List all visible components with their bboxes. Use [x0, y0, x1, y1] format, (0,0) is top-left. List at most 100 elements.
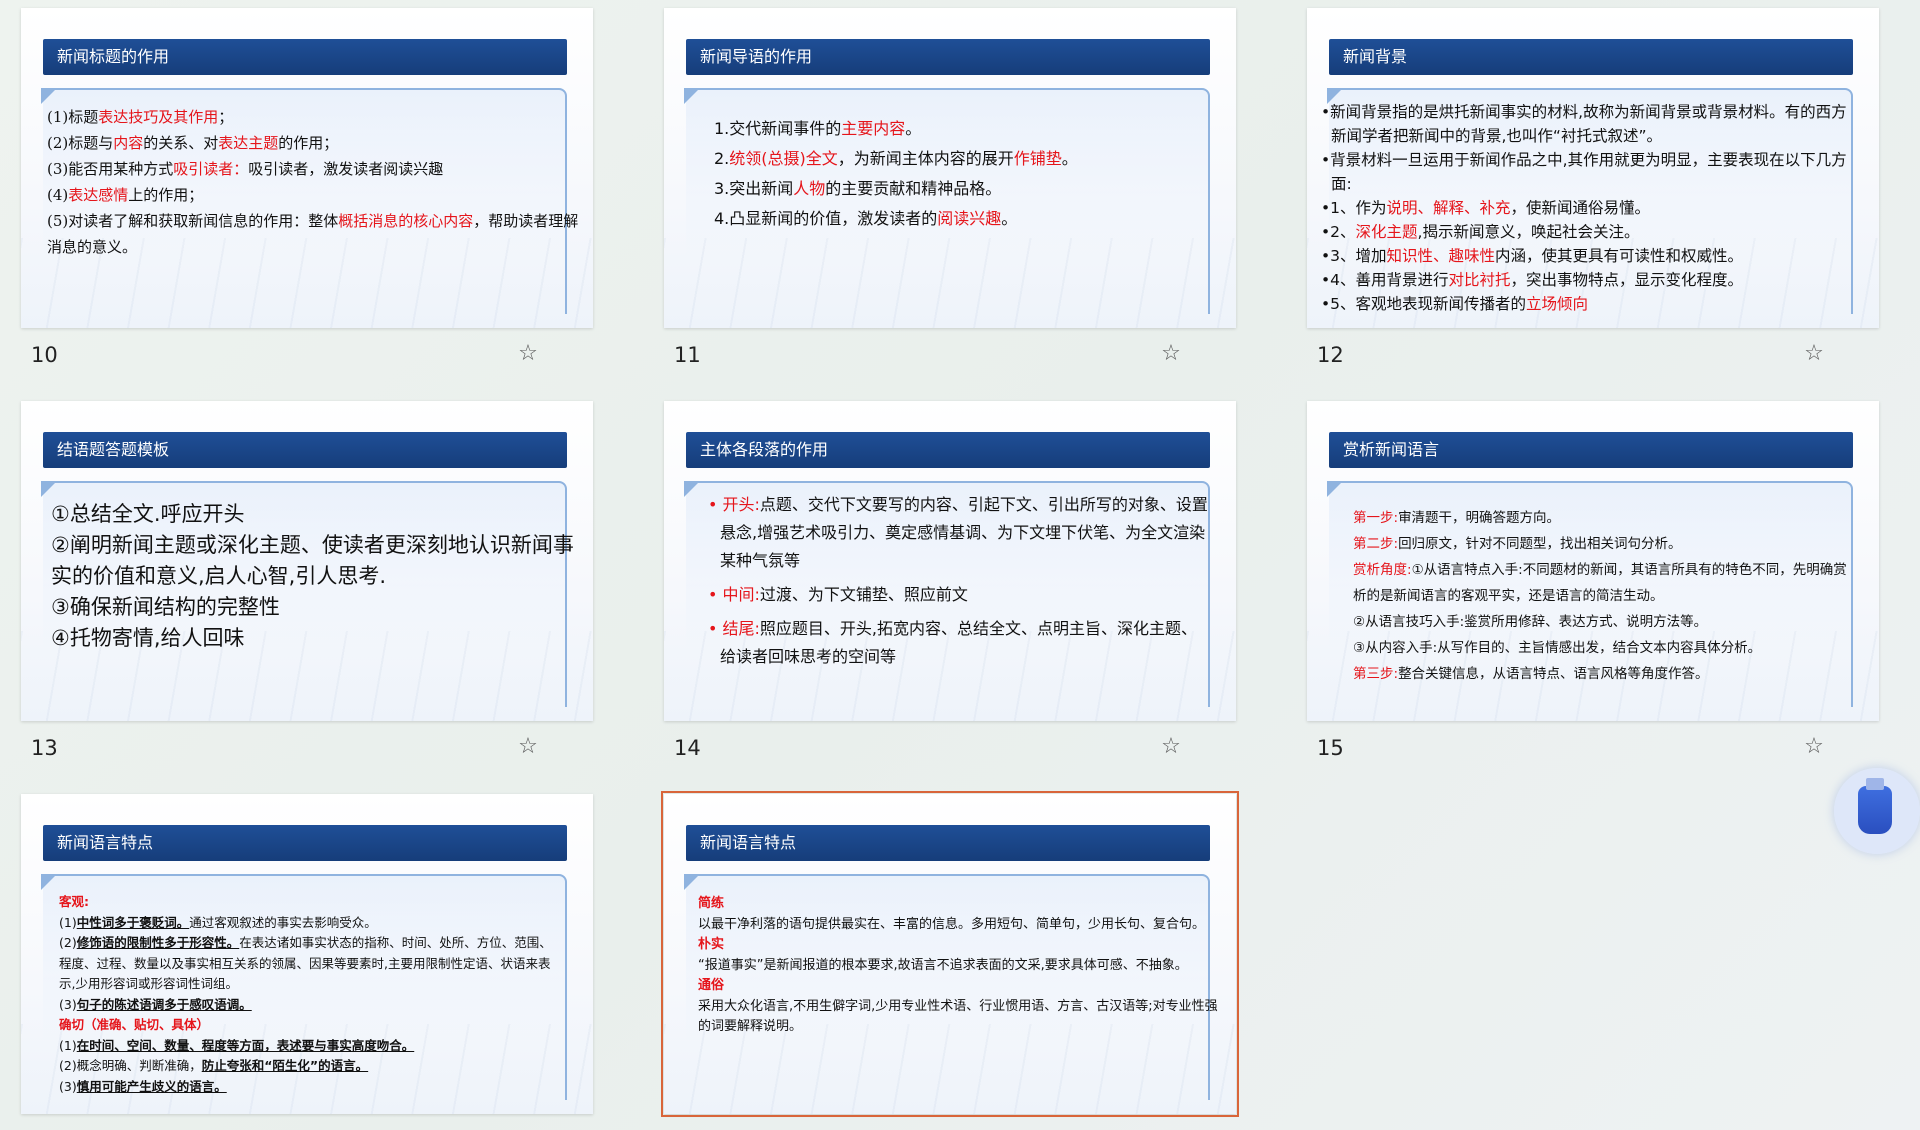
- body-line: •1、作为说明、解释、补充，使新闻通俗易懂。: [1321, 196, 1861, 220]
- text-run: (2)概念明确、判断准确，: [59, 1058, 202, 1073]
- slide-cell-11[interactable]: 新闻导语的作用 1.交代新闻事件的主要内容。 2.统领(总摄)全文，为新闻主体内容…: [664, 8, 1236, 367]
- slide-thumbnail[interactable]: 主体各段落的作用 • 开头:点题、交代下文要写的内容、引起下文、引出所写的对象、…: [664, 401, 1236, 721]
- body-line: (1)在时间、空间、数量、程度等方面，表述要与事实高度吻合。: [59, 1036, 559, 1057]
- star-outline-icon[interactable]: ☆: [1158, 341, 1184, 367]
- star-outline-icon[interactable]: ☆: [1801, 341, 1827, 367]
- slide-body: 客观: (1)中性词多于褒贬词。通过客观叙述的事实去影响受众。 (2)修饰语的限制性…: [59, 892, 559, 1097]
- slide-thumbnail[interactable]: 新闻导语的作用 1.交代新闻事件的主要内容。 2.统领(总摄)全文，为新闻主体内容…: [664, 8, 1236, 328]
- text-run: •5、客观地表现新闻传播者的: [1321, 295, 1527, 313]
- text-run: (1): [59, 914, 77, 930]
- text-run: “报道事实”是新闻报道的根本要求,故语言不追求表面的文采,要求具体可感、不抽象。: [698, 957, 1188, 973]
- text-run: (2): [59, 935, 77, 950]
- body-line: (3)慎用可能产生歧义的语言。: [59, 1077, 559, 1098]
- slide-cell-10[interactable]: 新闻标题的作用 (1)标题表达技巧及其作用； (2)标题与内容的关系、对表达主题的…: [21, 8, 593, 367]
- star-outline-icon[interactable]: ☆: [1801, 734, 1827, 760]
- slide-cell-17[interactable]: 新闻语言特点 简练 以最干净利落的语句提供最实在、丰富的信息。多用短句、简单句，少…: [661, 791, 1239, 1117]
- text-run: 说明、解释、补充: [1386, 199, 1511, 217]
- body-line: 2.统领(总摄)全文，为新闻主体内容的展开作铺垫。: [688, 144, 1218, 174]
- slide-number: 15: [1317, 736, 1344, 760]
- slide-cell-15[interactable]: 赏析新闻语言 第一步:审清题干，明确答题方向。 第二步:回归原文，针对不同题型，找…: [1307, 401, 1879, 760]
- text-run: 的作用；: [278, 134, 339, 152]
- star-outline-icon[interactable]: ☆: [515, 341, 541, 367]
- slide-sorter-grid: 新闻标题的作用 (1)标题表达技巧及其作用； (2)标题与内容的关系、对表达主题的…: [0, 0, 1920, 1130]
- text-run: 的主要贡献和精神品格。: [825, 179, 1002, 198]
- slide-body: 第一步:审清题干，明确答题方向。 第二步:回归原文，针对不同题型，找出相关词句分析…: [1327, 505, 1857, 687]
- text-run: 。: [1061, 149, 1078, 168]
- body-line: ②从语言技巧入手:鉴赏所用修辞、表达方式、说明方法等。: [1327, 609, 1857, 635]
- star-outline-icon[interactable]: ☆: [515, 734, 541, 760]
- text-run: •1、作为: [1321, 199, 1387, 217]
- text-run: ；: [218, 108, 234, 126]
- body-line: (1)标题表达技巧及其作用；: [47, 104, 579, 130]
- text-run: ，突出事物特点，显示变化程度。: [1510, 271, 1744, 289]
- text-run: 的关系、对: [143, 134, 219, 152]
- star-outline-icon[interactable]: ☆: [1158, 734, 1184, 760]
- text-run: 对比衬托: [1448, 271, 1511, 289]
- text-run: 立场倾向: [1526, 295, 1589, 313]
- slide-thumbnail[interactable]: 结语题答题模板 ①总结全文.呼应开头 ②阐明新闻主题或深化主题、使读者更深刻地认识…: [21, 401, 593, 721]
- slide-thumbnail-selected[interactable]: 新闻语言特点 简练 以最干净利落的语句提供最实在、丰富的信息。多用短句、简单句，少…: [661, 791, 1239, 1117]
- slide-cell-14[interactable]: 主体各段落的作用 • 开头:点题、交代下文要写的内容、引起下文、引出所写的对象、…: [664, 401, 1236, 760]
- slide-title: 新闻背景: [1329, 39, 1853, 75]
- text-run: 整合关键信息，从语言特点、语言风格等角度作答。: [1398, 666, 1709, 682]
- text-run: 表达感情: [68, 186, 129, 204]
- text-run: ①总结全文.呼应开头: [51, 502, 245, 526]
- text-run: 朴实: [698, 937, 725, 952]
- text-run: 深化主题: [1355, 223, 1418, 241]
- text-run: 回归原文，针对不同题型，找出相关词句分析。: [1398, 536, 1682, 552]
- slide-cell-13[interactable]: 结语题答题模板 ①总结全文.呼应开头 ②阐明新闻主题或深化主题、使读者更深刻地认识…: [21, 401, 593, 760]
- body-line: 简练: [698, 894, 1220, 915]
- text-run: ，为新闻主体内容的展开: [837, 149, 1014, 168]
- text-run: 以最干净利落的语句提供最实在、丰富的信息。多用短句、简单句，少用长句、复合句。: [698, 916, 1206, 932]
- body-line: • 结尾:照应题目、开头,拓宽内容、总结全文、点明主旨、深化主题、给读者回味思考…: [704, 615, 1212, 671]
- body-line: 第二步:回归原文，针对不同题型，找出相关词句分析。: [1327, 531, 1857, 557]
- text-run: 1.交代新闻事件的: [714, 119, 842, 138]
- body-line: 采用大众化语言,不用生僻字词,少用专业性术语、行业惯用语、方言、古汉语等;对专业…: [698, 997, 1220, 1038]
- slide-body: •新闻背景指的是烘托新闻事实的材料,故称为新闻背景或背景材料。有的西方新闻学者把…: [1321, 100, 1861, 316]
- body-line: 第一步:审清题干，明确答题方向。: [1327, 505, 1857, 531]
- body-line: 4.凸显新闻的价值，激发读者的阅读兴趣。: [688, 204, 1218, 234]
- body-line: 第三步:整合关键信息，从语言特点、语言风格等角度作答。: [1327, 661, 1857, 687]
- body-line: •2、深化主题,揭示新闻意义，唤起社会关注。: [1321, 220, 1861, 244]
- slide-title: 新闻语言特点: [686, 825, 1210, 861]
- body-line: 确切（准确、贴切、具体）: [59, 1015, 559, 1036]
- text-run: 内容: [113, 134, 144, 152]
- body-line: 1.交代新闻事件的主要内容。: [688, 114, 1218, 144]
- text-run: •2、: [1321, 223, 1356, 241]
- usb-drive-widget[interactable]: [1834, 768, 1920, 854]
- body-line: 朴实: [698, 935, 1220, 956]
- slide-thumbnail[interactable]: 新闻标题的作用 (1)标题表达技巧及其作用； (2)标题与内容的关系、对表达主题的…: [21, 8, 593, 328]
- slide-cell-16[interactable]: 新闻语言特点 客观: (1)中性词多于褒贬词。通过客观叙述的事实去影响受众。 (2)…: [21, 794, 593, 1114]
- body-line: ②阐明新闻主题或深化主题、使读者更深刻地认识新闻事实的价值和意义,启人心智,引人…: [51, 530, 579, 592]
- slide-thumbnail[interactable]: 赏析新闻语言 第一步:审清题干，明确答题方向。 第二步:回归原文，针对不同题型，找…: [1307, 401, 1879, 721]
- text-run: 句子的陈述语调多于感叹语调。: [76, 996, 252, 1012]
- slide-thumbnail[interactable]: 新闻语言特点 客观: (1)中性词多于褒贬词。通过客观叙述的事实去影响受众。 (2)…: [21, 794, 593, 1114]
- slide-body: 1.交代新闻事件的主要内容。 2.统领(总摄)全文，为新闻主体内容的展开作铺垫。 3…: [688, 114, 1218, 234]
- text-run: 修饰语的限制性多于形容性。: [76, 935, 240, 950]
- text-run: 2.: [714, 149, 730, 168]
- slide-title: 新闻导语的作用: [686, 39, 1210, 75]
- text-run: 阅读兴趣: [937, 209, 1002, 228]
- text-run: 照应题目、开头,拓宽内容、总结全文、点明主旨、深化主题、给读者回味思考的空间等: [720, 619, 1198, 666]
- text-run: 赏析角度:: [1353, 562, 1412, 578]
- body-line: ③确保新闻结构的完整性: [51, 592, 579, 623]
- slide-thumbnail[interactable]: 新闻背景 •新闻背景指的是烘托新闻事实的材料,故称为新闻背景或背景材料。有的西方…: [1307, 8, 1879, 328]
- text-run: 内涵，使其更具有可读性和权威性。: [1495, 247, 1744, 265]
- body-line: 3.突出新闻人物的主要贡献和精神品格。: [688, 174, 1218, 204]
- text-run: ②阐明新闻主题或深化主题、使读者更深刻地认识新闻事实的价值和意义,启人心智,引人…: [51, 533, 574, 588]
- text-run: ④托物寄情,给人回味: [51, 626, 245, 650]
- text-run: 人物: [793, 179, 826, 198]
- text-run: ①从语言特点入手:不同题材的新闻，其语言所具有的特色不同，先明确赏析的是新闻语言…: [1353, 562, 1847, 604]
- slide-body: ①总结全文.呼应开头 ②阐明新闻主题或深化主题、使读者更深刻地认识新闻事实的价值和…: [51, 499, 579, 654]
- body-line: •背景材料一旦运用于新闻作品之中,其作用就更为明显，主要表现在以下几方面:: [1321, 148, 1861, 196]
- text-run: •新闻背景指的是烘托新闻事实的材料,故称为新闻背景或背景材料。有的西方新闻学者把…: [1321, 103, 1847, 145]
- text-run: 防止夸张和“陌生化”的语言。: [201, 1058, 369, 1073]
- text-run: 中性词多于褒贬词。: [76, 914, 190, 930]
- text-run: ③从内容入手:从写作目的、主旨情感出发，结合文本内容具体分析。: [1353, 640, 1762, 656]
- text-run: • 结尾:: [708, 619, 760, 638]
- text-run: 点题、交代下文要写的内容、引起下文、引出所写的对象、设置悬念,增强艺术吸引力、奠…: [720, 495, 1208, 570]
- body-line: (2)标题与内容的关系、对表达主题的作用；: [47, 130, 579, 156]
- body-line: (3)句子的陈述语调多于感叹语调。: [59, 995, 559, 1016]
- slide-cell-12[interactable]: 新闻背景 •新闻背景指的是烘托新闻事实的材料,故称为新闻背景或背景材料。有的西方…: [1307, 8, 1879, 367]
- text-run: 采用大众化语言,不用生僻字词,少用专业性术语、行业惯用语、方言、古汉语等;对专业…: [698, 998, 1218, 1035]
